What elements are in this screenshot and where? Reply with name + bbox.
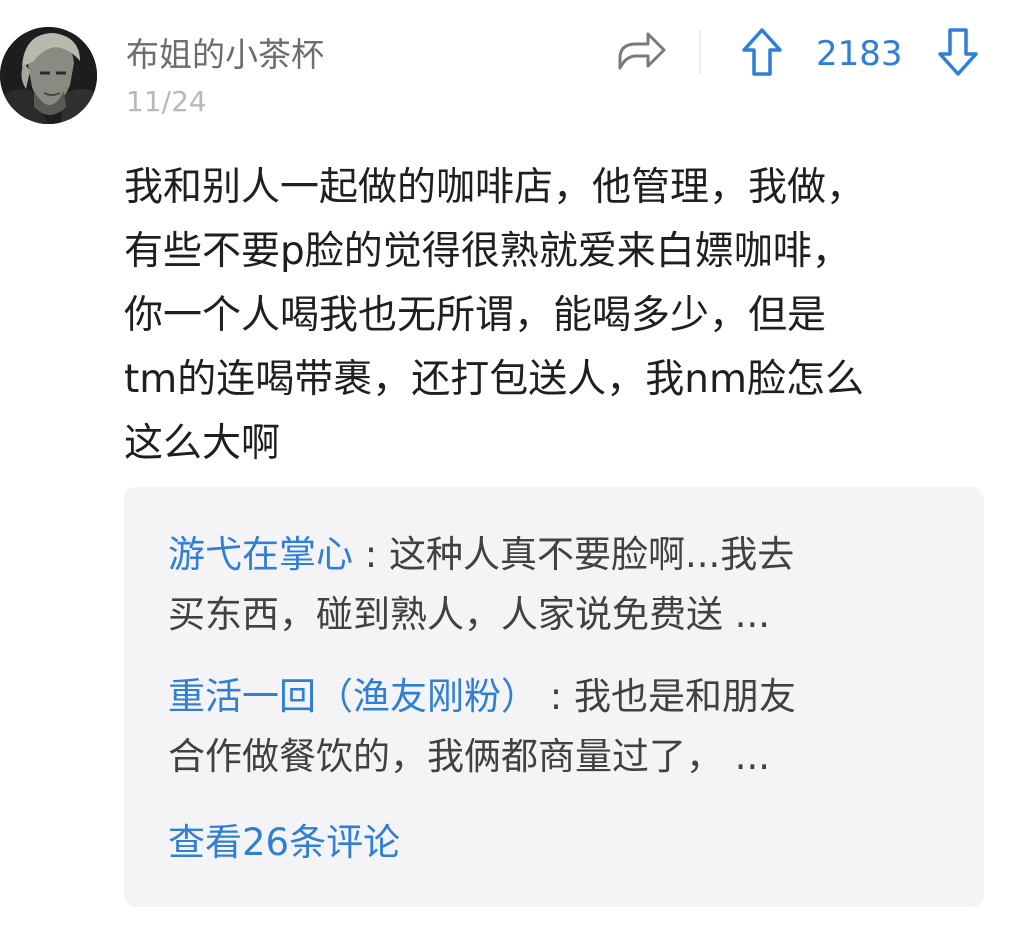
comment-separator: : <box>353 533 389 576</box>
share-button[interactable] <box>614 28 668 74</box>
upvote-arrow-icon <box>742 28 782 76</box>
comment-author[interactable]: 游弋在掌心 <box>168 533 353 576</box>
post-card: 布姐的小茶杯 11/24 2183 我和别人一起做的咖啡店，他管理，我做， 有些… <box>0 0 1032 930</box>
comment-preview-box[interactable]: 游弋在掌心 : 这种人真不要脸啊...我去 买东西，碰到熟人，人家说免费送 ..… <box>124 487 984 907</box>
comment-author[interactable]: 重活一回（渔友刚粉） <box>168 675 538 718</box>
post-date: 11/24 <box>126 85 207 118</box>
view-all-comments-link[interactable]: 查看26条评论 <box>168 815 400 871</box>
upvote-button[interactable] <box>740 26 784 78</box>
toolbar-divider <box>699 30 701 74</box>
comment-preview[interactable]: 游弋在掌心 : 这种人真不要脸啊...我去 买东西，碰到熟人，人家说免费送 ..… <box>168 525 948 645</box>
comment-separator: : <box>538 675 574 718</box>
share-icon <box>618 32 666 70</box>
downvote-arrow-icon <box>938 28 978 76</box>
comment-preview[interactable]: 重活一回（渔友刚粉） : 我也是和朋友 合作做餐饮的，我俩都商量过了， ... <box>168 667 948 787</box>
downvote-button[interactable] <box>936 26 980 78</box>
post-body-text[interactable]: 我和别人一起做的咖啡店，他管理，我做， 有些不要p脸的觉得很熟就爱来白嫖咖啡， … <box>124 156 1004 476</box>
avatar-image <box>0 27 97 124</box>
vote-count: 2183 <box>816 34 903 74</box>
username[interactable]: 布姐的小茶杯 <box>126 35 324 75</box>
avatar[interactable] <box>0 27 97 124</box>
